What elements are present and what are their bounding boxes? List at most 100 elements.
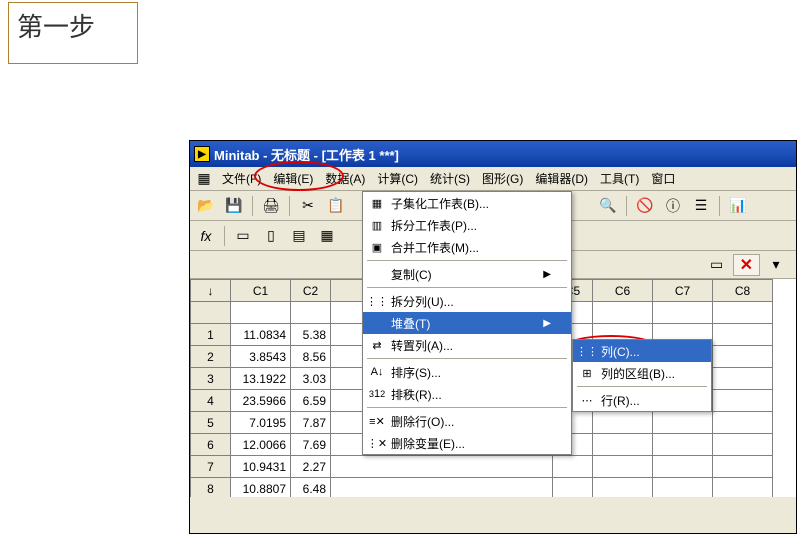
col-header-c1[interactable]: C1	[231, 280, 291, 302]
row-header[interactable]: 7	[191, 456, 231, 478]
data-cell[interactable]	[653, 434, 713, 456]
data-cell[interactable]: 8.56	[291, 346, 331, 368]
data-cell[interactable]: 5.38	[291, 324, 331, 346]
menu-stat[interactable]: 统计(S)	[424, 168, 476, 189]
format-icon-2[interactable]: ▯	[259, 225, 283, 247]
menu-sort[interactable]: A↓排序(S)...	[363, 361, 571, 383]
format-icon-3[interactable]: ▤	[287, 225, 311, 247]
data-cell[interactable]	[713, 324, 773, 346]
menu-separator	[367, 358, 567, 359]
fx-label[interactable]: fx	[194, 225, 218, 247]
data-cell[interactable]: 10.8807	[231, 478, 291, 498]
name-cell[interactable]	[713, 302, 773, 324]
menu-subset-worksheet[interactable]: ▦子集化工作表(B)...	[363, 192, 571, 214]
cut-icon[interactable]: ✂	[296, 195, 320, 217]
menu-split-columns[interactable]: ⋮⋮拆分列(U)...	[363, 290, 571, 312]
row-header[interactable]: 1	[191, 324, 231, 346]
data-cell[interactable]	[653, 478, 713, 498]
save-icon[interactable]: 💾	[222, 195, 246, 217]
data-cell[interactable]	[713, 368, 773, 390]
data-cell[interactable]: 3.8543	[231, 346, 291, 368]
data-cell[interactable]	[713, 434, 773, 456]
data-cell[interactable]	[713, 412, 773, 434]
data-cell[interactable]	[713, 390, 773, 412]
help-icon[interactable]: 🚫	[633, 195, 657, 217]
data-cell[interactable]	[593, 478, 653, 498]
menu-copy[interactable]: 复制(C)▶	[363, 263, 571, 285]
tool-icon[interactable]: ☰	[689, 195, 713, 217]
row-header[interactable]: 5	[191, 412, 231, 434]
open-icon[interactable]: 📂	[194, 195, 218, 217]
data-cell[interactable]	[653, 456, 713, 478]
data-cell[interactable]	[713, 456, 773, 478]
info-icon[interactable]: ⓘ	[661, 195, 685, 217]
format-icon-4[interactable]: ▦	[315, 225, 339, 247]
menu-window[interactable]: 窗口	[645, 168, 681, 189]
data-cell[interactable]: 6.48	[291, 478, 331, 498]
data-cell[interactable]: 7.69	[291, 434, 331, 456]
menu-stack[interactable]: 堆叠(T)▶	[363, 312, 571, 334]
data-cell[interactable]: 7.87	[291, 412, 331, 434]
corner-cell[interactable]: ↓	[191, 280, 231, 302]
col-header-c8[interactable]: C8	[713, 280, 773, 302]
sheet-minimize-icon[interactable]: ▭	[705, 254, 729, 276]
menu-delete-rows[interactable]: ≡✕删除行(O)...	[363, 410, 571, 432]
submenu-blocks[interactable]: ⊞列的区组(B)...	[573, 362, 711, 384]
data-cell[interactable]: 23.5966	[231, 390, 291, 412]
menu-edit[interactable]: 编辑(E)	[267, 168, 319, 189]
col-header-c6[interactable]: C6	[593, 280, 653, 302]
menu-delete-vars[interactable]: ⋮✕删除变量(E)...	[363, 432, 571, 454]
menu-split-worksheet[interactable]: ▥拆分工作表(P)...	[363, 214, 571, 236]
data-cell[interactable]	[713, 478, 773, 498]
menu-expand-icon[interactable]: ▦	[192, 168, 216, 190]
menu-rank[interactable]: 312排秩(R)...	[363, 383, 571, 405]
menu-graph[interactable]: 图形(G)	[476, 168, 529, 189]
menu-data[interactable]: 数据(A)	[319, 168, 371, 189]
data-cell[interactable]: 13.1922	[231, 368, 291, 390]
menu-calc[interactable]: 计算(C)	[371, 168, 424, 189]
menu-file[interactable]: 文件(F)	[216, 168, 267, 189]
name-cell[interactable]	[231, 302, 291, 324]
data-cell[interactable]	[713, 346, 773, 368]
find-icon[interactable]: 🔍	[596, 195, 620, 217]
col-header-c7[interactable]: C7	[653, 280, 713, 302]
row-header[interactable]: 6	[191, 434, 231, 456]
row-header[interactable]: 2	[191, 346, 231, 368]
row-header[interactable]: 8	[191, 478, 231, 498]
data-cell[interactable]: 2.27	[291, 456, 331, 478]
row-header[interactable]: 4	[191, 390, 231, 412]
data-cell[interactable]: 10.9431	[231, 456, 291, 478]
print-icon[interactable]: 🖨	[259, 195, 283, 217]
menu-tools[interactable]: 工具(T)	[594, 168, 645, 189]
data-cell[interactable]	[593, 456, 653, 478]
data-cell[interactable]	[593, 412, 653, 434]
col-header-c2[interactable]: C2	[291, 280, 331, 302]
sheet-dropdown-icon[interactable]: ▾	[764, 254, 788, 276]
name-row-head[interactable]	[191, 302, 231, 324]
separator	[719, 196, 720, 216]
data-cell[interactable]: 11.0834	[231, 324, 291, 346]
data-cell[interactable]: 6.59	[291, 390, 331, 412]
submenu-rows[interactable]: ⋯行(R)...	[573, 389, 711, 411]
data-cell[interactable]	[593, 434, 653, 456]
name-cell[interactable]	[593, 302, 653, 324]
data-cell[interactable]	[553, 478, 593, 498]
data-cell[interactable]: 7.0195	[231, 412, 291, 434]
data-cell[interactable]	[553, 456, 593, 478]
submenu-columns[interactable]: ⋮⋮列(C)...	[573, 340, 711, 362]
name-cell[interactable]	[291, 302, 331, 324]
del-vars-icon: ⋮✕	[367, 435, 387, 451]
name-cell[interactable]	[653, 302, 713, 324]
sheet-close-icon[interactable]: ✕	[733, 254, 760, 276]
data-cell[interactable]	[653, 412, 713, 434]
chart-icon[interactable]: 📊	[726, 195, 750, 217]
menu-transpose[interactable]: ⇄转置列(A)...	[363, 334, 571, 356]
data-cell[interactable]: 3.03	[291, 368, 331, 390]
row-header[interactable]: 3	[191, 368, 231, 390]
menu-editor[interactable]: 编辑器(D)	[529, 168, 594, 189]
menu-merge-worksheet[interactable]: ▣合并工作表(M)...	[363, 236, 571, 258]
copy-icon[interactable]: 📋	[324, 195, 348, 217]
format-icon-1[interactable]: ▭	[231, 225, 255, 247]
menu-separator	[367, 260, 567, 261]
data-cell[interactable]: 12.0066	[231, 434, 291, 456]
